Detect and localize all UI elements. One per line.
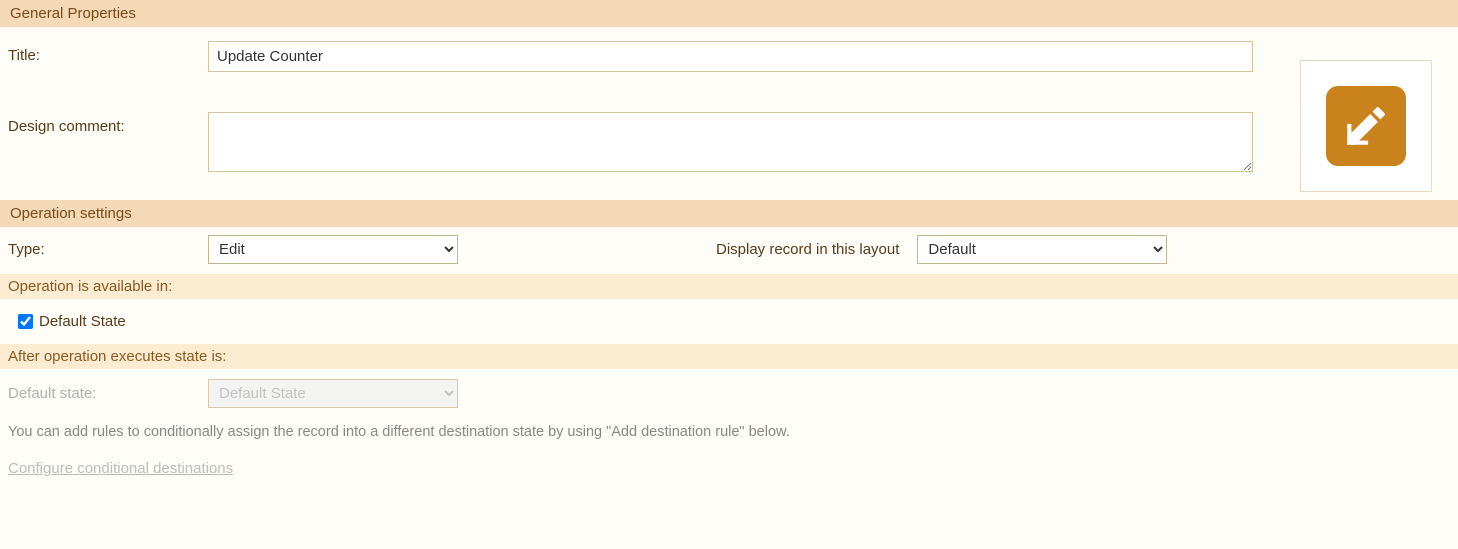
- type-select[interactable]: Edit: [208, 235, 458, 264]
- destination-help-text: You can add rules to conditionally assig…: [0, 418, 1458, 446]
- type-label: Type:: [8, 241, 208, 258]
- configure-destinations-link[interactable]: Configure conditional destinations: [8, 460, 233, 477]
- edit-icon: [1326, 86, 1406, 166]
- default-state-select: Default State: [208, 379, 458, 408]
- design-comment-textarea[interactable]: [208, 112, 1253, 172]
- title-row: Title:: [8, 41, 1450, 72]
- title-label: Title:: [8, 41, 208, 64]
- layout-label: Display record in this layout: [716, 241, 899, 258]
- default-state-row: Default State: [0, 299, 1458, 344]
- general-properties-header: General Properties: [0, 0, 1458, 27]
- default-state-label: Default State: [39, 313, 126, 330]
- after-execute-header: After operation executes state is:: [0, 344, 1458, 369]
- operation-settings-header: Operation settings: [0, 200, 1458, 227]
- operation-icon-box[interactable]: [1300, 60, 1432, 192]
- design-comment-row: Design comment:: [8, 112, 1450, 176]
- default-state-select-label: Default state:: [8, 385, 208, 402]
- design-comment-label: Design comment:: [8, 112, 208, 135]
- layout-select[interactable]: Default: [917, 235, 1167, 264]
- title-input[interactable]: [208, 41, 1253, 72]
- default-state-checkbox[interactable]: [18, 314, 33, 329]
- general-properties-section: General Properties Title: Design comment…: [0, 0, 1458, 200]
- operation-settings-section: Operation settings Type: Edit Display re…: [0, 200, 1458, 274]
- available-in-header: Operation is available in:: [0, 274, 1458, 299]
